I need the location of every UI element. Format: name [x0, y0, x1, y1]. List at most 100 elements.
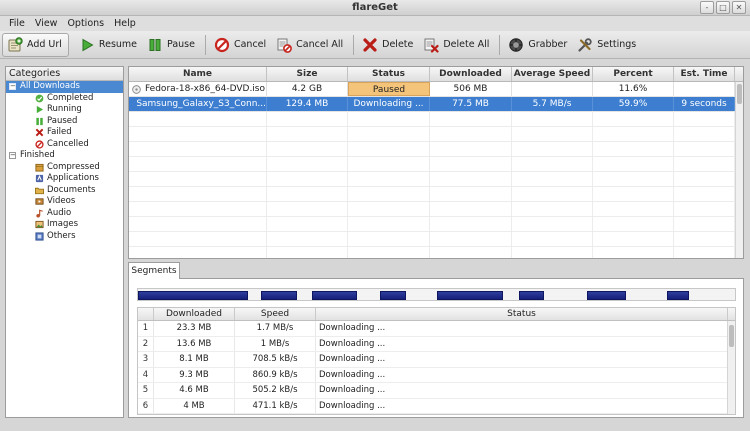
category-label: All Downloads [20, 81, 80, 91]
category-label: Compressed [47, 161, 100, 172]
download-row[interactable]: Fedora-18-x86_64-DVD.iso 4.2 GB Paused 5… [129, 82, 743, 97]
segment-downloaded: 4 MB [154, 398, 235, 413]
close-button[interactable]: ✕ [732, 1, 746, 14]
segment-row[interactable]: 3 8.1 MB 708.5 kB/s Downloading ... [138, 352, 735, 368]
category-applications[interactable]: Applications [6, 173, 123, 185]
segments-table-header: Downloaded Speed Status [138, 308, 735, 321]
segment-row[interactable]: 5 4.6 MB 505.2 kB/s Downloading ... [138, 383, 735, 399]
column-header-status[interactable]: Status [348, 67, 430, 81]
column-header-size[interactable]: Size [267, 67, 348, 81]
cancel-all-icon [276, 37, 293, 53]
menu-view[interactable]: View [30, 16, 63, 31]
other-icon [35, 231, 44, 241]
category-all-downloads[interactable]: − All Downloads [6, 81, 123, 93]
segments-panel: Downloaded Speed Status 1 23.3 MB 1.7 MB… [128, 278, 744, 418]
category-running[interactable]: Running [6, 104, 123, 116]
download-size: 4.2 GB [267, 82, 348, 96]
settings-button[interactable]: Settings [573, 33, 642, 57]
category-failed[interactable]: Failed [6, 127, 123, 139]
delete-icon [362, 37, 378, 53]
image-icon [35, 220, 44, 229]
downloads-table-header: Name Size Status Downloaded Average Spee… [129, 67, 743, 82]
category-images[interactable]: Images [6, 219, 123, 231]
resume-button[interactable]: Resume [75, 33, 143, 57]
segment-row[interactable]: 6 4 MB 471.1 kB/s Downloading ... [138, 398, 735, 414]
category-others[interactable]: Others [6, 231, 123, 243]
column-header-est-time[interactable]: Est. Time [674, 67, 735, 81]
delete-all-icon [423, 37, 439, 53]
download-row[interactable]: Samsung_Galaxy_S3_Conn... 129.4 MB Downl… [129, 97, 743, 112]
delete-all-button[interactable]: Delete All [419, 33, 495, 57]
menu-options[interactable]: Options [62, 16, 109, 31]
play-icon [36, 105, 44, 114]
category-cancelled[interactable]: Cancelled [6, 139, 123, 151]
empty-row [129, 112, 743, 127]
cancel-all-label: Cancel All [296, 39, 344, 50]
menu-help[interactable]: Help [109, 16, 141, 31]
scrollbar-thumb[interactable] [729, 325, 734, 347]
segment-block [587, 291, 626, 300]
column-header-downloaded[interactable]: Downloaded [430, 67, 512, 81]
pause-button[interactable]: Pause [143, 33, 201, 57]
toolbar: Add Url Resume Pause Cancel Cancel All D… [0, 31, 750, 59]
toolbar-separator [204, 34, 206, 55]
grabber-label: Grabber [528, 39, 568, 50]
download-downloaded: 77.5 MB [430, 97, 512, 111]
category-audio[interactable]: Audio [6, 208, 123, 220]
category-documents[interactable]: Documents [6, 185, 123, 197]
video-icon [35, 198, 44, 205]
empty-row [129, 127, 743, 142]
menu-file[interactable]: File [4, 16, 30, 31]
segment-status: Downloading ... [316, 336, 728, 351]
segment-row[interactable]: 4 9.3 MB 860.9 kB/s Downloading ... [138, 367, 735, 383]
downloads-scrollbar[interactable] [735, 82, 743, 258]
category-label: Applications [47, 173, 99, 183]
scrollbar-thumb[interactable] [737, 84, 742, 104]
grabber-button[interactable]: Grabber [504, 33, 573, 57]
column-header-downloaded[interactable]: Downloaded [154, 308, 235, 320]
segment-status: Downloading ... [316, 383, 728, 398]
column-header-name[interactable]: Name [129, 67, 267, 81]
tab-segments[interactable]: Segments [128, 262, 180, 279]
category-compressed[interactable]: Compressed [6, 162, 123, 174]
category-completed[interactable]: Completed [6, 93, 123, 105]
title-bar: flareGet - □ ✕ [0, 0, 750, 16]
add-url-button[interactable]: Add Url [2, 32, 69, 57]
segment-block [519, 291, 544, 300]
segment-downloaded: 9.3 MB [154, 367, 235, 382]
settings-icon [577, 37, 593, 53]
download-percent: 59.9% [593, 97, 674, 111]
collapse-icon[interactable]: − [9, 152, 16, 159]
collapse-icon[interactable]: − [9, 83, 16, 90]
cancel-button[interactable]: Cancel [210, 33, 272, 57]
delete-button[interactable]: Delete [358, 33, 419, 57]
maximize-button[interactable]: □ [716, 1, 730, 14]
segment-status: Downloading ... [316, 398, 728, 413]
cancel-all-button[interactable]: Cancel All [272, 33, 349, 57]
column-header-speed[interactable]: Speed [235, 308, 316, 320]
segment-index: 4 [138, 367, 154, 382]
segment-row[interactable]: 2 13.6 MB 1 MB/s Downloading ... [138, 336, 735, 352]
segment-block [437, 291, 503, 300]
segment-speed: 1.7 MB/s [235, 321, 316, 336]
empty-row [129, 217, 743, 232]
segment-block [138, 291, 248, 300]
segment-downloaded: 23.3 MB [154, 321, 235, 336]
disc-icon [132, 84, 141, 94]
category-label: Cancelled [47, 138, 89, 149]
category-label: Videos [47, 196, 76, 206]
column-header-percent[interactable]: Percent [593, 67, 674, 81]
minimize-button[interactable]: - [700, 1, 714, 14]
segment-index: 6 [138, 398, 154, 413]
segment-block [261, 291, 297, 300]
column-header-average-speed[interactable]: Average Speed [512, 67, 593, 81]
segments-scrollbar[interactable] [727, 321, 735, 414]
segment-row[interactable]: 1 23.3 MB 1.7 MB/s Downloading ... [138, 321, 735, 337]
category-videos[interactable]: Videos [6, 196, 123, 208]
download-status: Paused [348, 82, 430, 96]
column-header-status[interactable]: Status [316, 308, 728, 320]
category-label: Finished [20, 150, 55, 160]
download-eta [674, 82, 735, 96]
category-paused[interactable]: Paused [6, 116, 123, 128]
category-finished[interactable]: − Finished [6, 150, 123, 162]
